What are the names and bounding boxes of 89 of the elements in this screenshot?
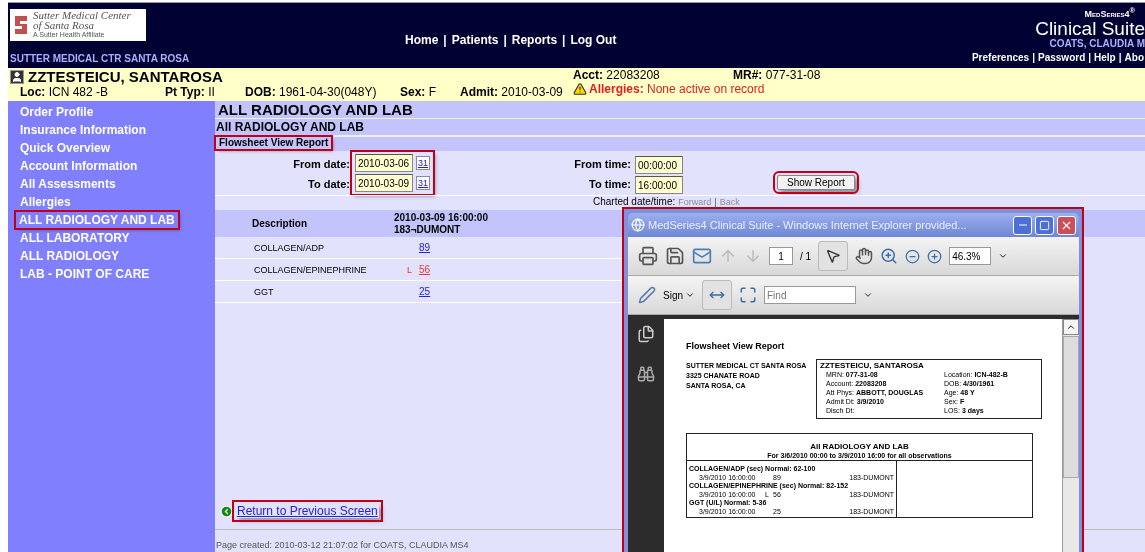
date-field[interactable]: 2010-03-09: [355, 174, 413, 192]
dropdown-icon[interactable]: [863, 290, 873, 300]
hand-icon[interactable]: [855, 247, 874, 265]
page-total: / 1: [800, 250, 812, 262]
calendar-button[interactable]: 31: [416, 176, 430, 190]
column-header: 183¬DUMONT: [394, 223, 462, 236]
patient-name: ZZTESTEICU, SANTAROSA: [28, 68, 223, 85]
patient-field: DOB: 1961-04-30(048Y): [245, 85, 377, 99]
table-cell-text: COLLAGEN/ADP: [253, 242, 326, 253]
separator: |: [1032, 52, 1035, 63]
document-title: Flowsheet View Report: [686, 341, 786, 351]
patient-name: ZZTESTEICU, SANTAROSA: [820, 361, 925, 370]
separator: |: [714, 196, 717, 208]
print-icon[interactable]: [638, 246, 658, 266]
result-link[interactable]: 25: [419, 286, 431, 297]
select-tool-icon[interactable]: [818, 241, 849, 271]
separator: |: [443, 32, 447, 47]
scroll-up-icon[interactable]: [1066, 322, 1076, 332]
minimize-button[interactable]: [1013, 215, 1032, 235]
table-cell-text: COLLAGEN/EPINEPHRINE: [253, 264, 368, 275]
patient-field: Sex: F: [400, 85, 437, 99]
patient-field: Loc: ICN 482 -B: [20, 85, 109, 99]
find-field[interactable]: Find: [764, 286, 856, 304]
nav-link[interactable]: Log Out: [570, 32, 617, 47]
zoom-field[interactable]: 46.3%: [949, 247, 992, 265]
browser-icon: [631, 218, 645, 232]
nav-link[interactable]: Help: [1094, 52, 1116, 63]
fit-width-icon[interactable]: [702, 280, 732, 310]
mail-icon[interactable]: [692, 246, 712, 266]
binoculars-icon[interactable]: [637, 365, 655, 383]
person-icon: [10, 69, 24, 84]
report-title: All RADIOLOGY AND LAB: [810, 442, 909, 451]
nav-link[interactable]: Abo: [1124, 52, 1144, 63]
nav-link[interactable]: Home: [405, 32, 439, 47]
logo-icon: [12, 14, 30, 36]
separator: |: [562, 32, 566, 47]
facility-name: SUTTER MEDICAL CTR SANTA ROSA: [10, 53, 191, 64]
product-name: Clinical Suite: [1035, 19, 1145, 38]
page-field[interactable]: 1: [769, 247, 793, 265]
dropdown-icon[interactable]: [998, 251, 1009, 261]
result-link[interactable]: 89: [419, 242, 431, 253]
time-field[interactable]: 16:00:00: [635, 176, 683, 194]
nav-link[interactable]: Preferences: [971, 52, 1030, 63]
user-name: COATS, CLAUDIA M: [1049, 38, 1145, 49]
page-subtitle: All RADIOLOGY AND LAB: [216, 119, 365, 135]
scrollbar[interactable]: [1062, 319, 1079, 552]
nav-link[interactable]: Password: [1038, 52, 1086, 63]
close-button[interactable]: [1057, 215, 1076, 235]
separator: |: [503, 32, 507, 47]
charted-label: Charted date/time:: [593, 196, 676, 208]
maximize-icon: [1039, 219, 1050, 231]
column-header: 2010-03-09 16:00:00: [394, 211, 488, 224]
back-icon: [220, 504, 233, 518]
brand-series: MedSeries4$^{®}$: [1084, 6, 1135, 19]
separator: |: [1088, 52, 1092, 63]
allergies-text: Allergies: None active on record: [589, 82, 765, 96]
footer-text: Page created: 2010-03-12 21:07:02 for COATS, CLAUDIA MS4: [216, 540, 469, 550]
separator: |: [1118, 52, 1122, 63]
sign-button[interactable]: Sign: [663, 289, 695, 301]
table-cell-text: GGT: [253, 286, 275, 297]
dropdown-icon: [685, 290, 695, 300]
pages-icon[interactable]: [637, 325, 655, 343]
zoom-in-icon[interactable]: [927, 248, 943, 264]
nav-link[interactable]: Patients: [451, 32, 499, 47]
patient-field: Pt Typ: II: [165, 85, 215, 99]
section-title: Flowsheet View Report: [216, 137, 332, 149]
page-title: ALL RADIOLOGY AND LAB: [218, 101, 414, 118]
warning-icon: [573, 82, 587, 96]
time-field[interactable]: 00:00:00: [635, 156, 683, 174]
save-icon[interactable]: [665, 246, 685, 266]
maximize-button[interactable]: [1035, 215, 1054, 235]
field-label: To time:: [589, 177, 631, 192]
column-header: Description: [251, 218, 308, 229]
patient-field: Acct: 22083208: [573, 68, 733, 82]
nav-link[interactable]: Reports: [511, 32, 558, 47]
fit-page-icon[interactable]: [739, 286, 757, 304]
patient-field: Admit: 2010-03-09: [460, 85, 563, 99]
calendar-button[interactable]: 31: [416, 156, 430, 170]
pen-icon[interactable]: [638, 286, 656, 304]
field-label: To date:: [308, 177, 350, 192]
field-label: From date:: [293, 157, 350, 172]
window-title: MedSeries4 Clinical Suite - Windows Internet Explorer provided...: [648, 219, 968, 231]
patient-field: MR#: 077-31-08: [733, 68, 933, 82]
zoom-out-icon[interactable]: [905, 248, 921, 264]
flag-text: L: [407, 264, 412, 275]
date-field[interactable]: 2010-03-06: [355, 154, 413, 172]
zoom-icon[interactable]: [880, 247, 899, 265]
logo-text: Sutter Medical Center: [33, 10, 131, 20]
field-label: From time:: [574, 157, 631, 172]
